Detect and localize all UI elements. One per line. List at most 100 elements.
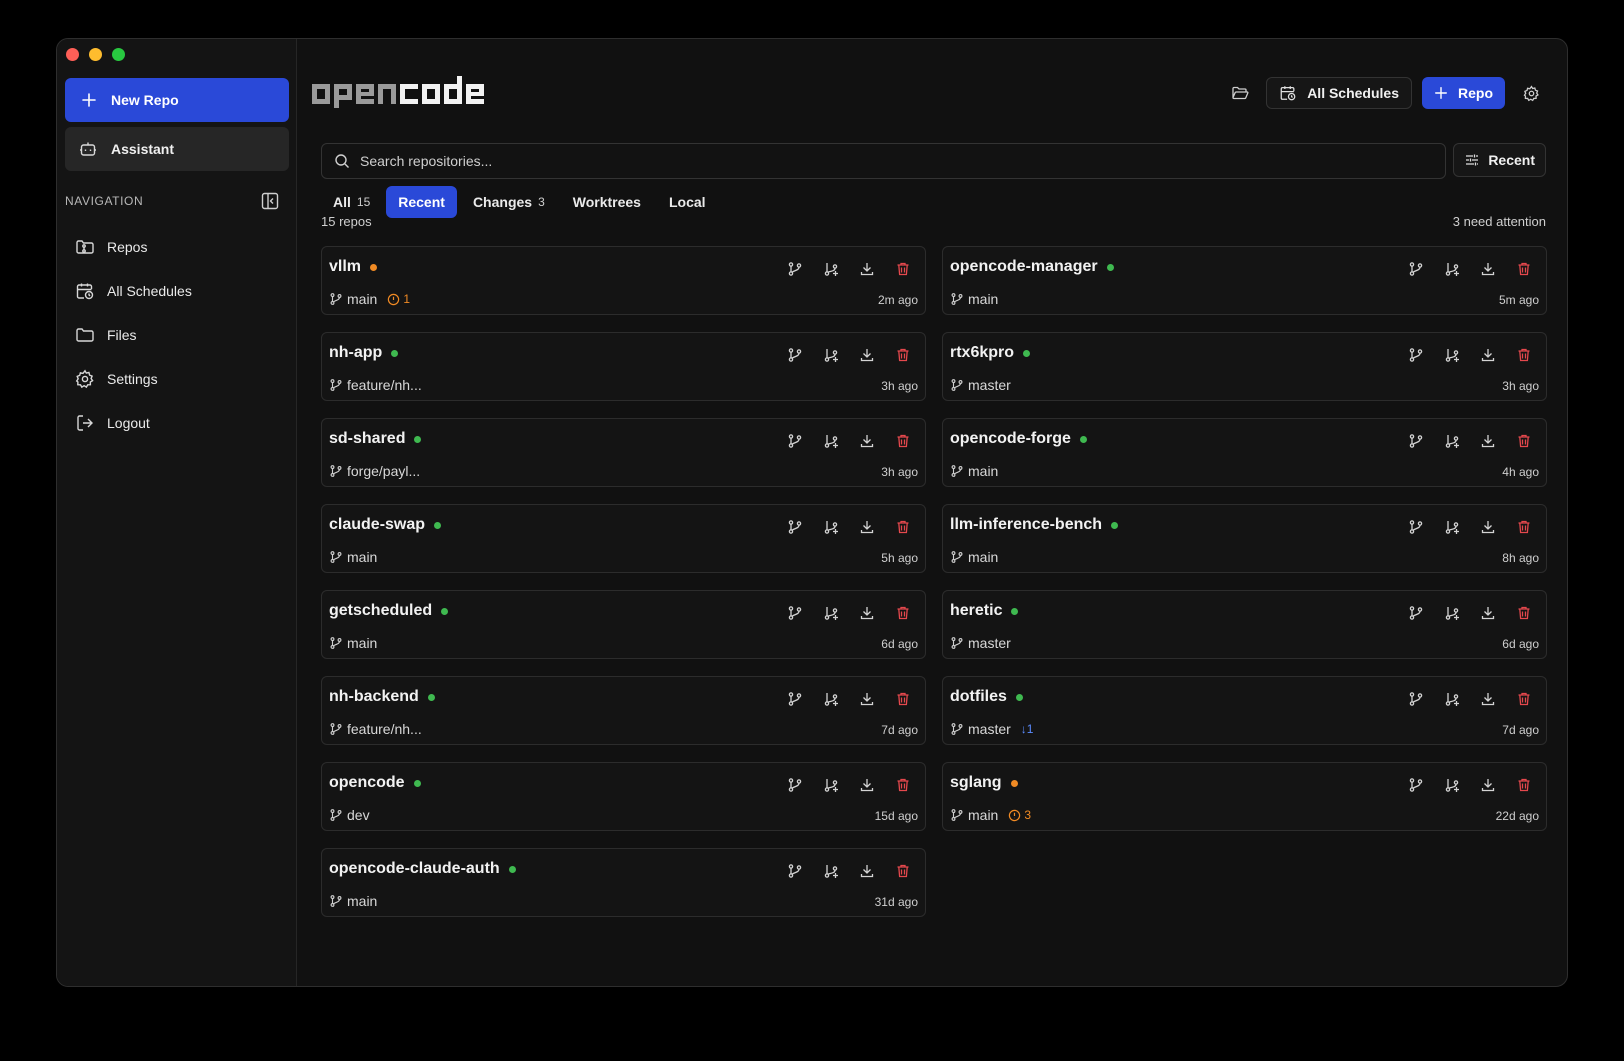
maximize-window-button[interactable] bbox=[112, 48, 125, 61]
new-worktree-button[interactable] bbox=[815, 429, 847, 453]
repo-card[interactable]: heretic master 6d ago bbox=[942, 590, 1547, 659]
minimize-window-button[interactable] bbox=[89, 48, 102, 61]
repo-card[interactable]: sglang main 3 22d ago bbox=[942, 762, 1547, 831]
new-worktree-button[interactable] bbox=[1436, 601, 1468, 625]
pull-button[interactable] bbox=[851, 687, 883, 711]
branch-button[interactable] bbox=[1400, 257, 1432, 281]
pull-button[interactable] bbox=[1472, 601, 1504, 625]
branch-button[interactable] bbox=[779, 257, 811, 281]
pull-button[interactable] bbox=[1472, 343, 1504, 367]
sidebar-item-logout[interactable]: Logout bbox=[65, 401, 289, 445]
delete-repo-button[interactable] bbox=[887, 859, 919, 883]
pull-button[interactable] bbox=[1472, 515, 1504, 539]
sidebar-item-repos[interactable]: Repos bbox=[65, 225, 289, 269]
delete-repo-button[interactable] bbox=[887, 687, 919, 711]
settings-button[interactable] bbox=[1515, 77, 1547, 109]
new-worktree-button[interactable] bbox=[815, 687, 847, 711]
pull-button[interactable] bbox=[1472, 429, 1504, 453]
git-branch-icon bbox=[330, 551, 342, 563]
sidebar-item-settings[interactable]: Settings bbox=[65, 357, 289, 401]
new-repo-button[interactable]: New Repo bbox=[65, 78, 289, 122]
pull-button[interactable] bbox=[1472, 773, 1504, 797]
repo-card[interactable]: sd-shared forge/payl... 3h ago bbox=[321, 418, 926, 487]
delete-repo-button[interactable] bbox=[887, 343, 919, 367]
delete-repo-button[interactable] bbox=[887, 601, 919, 625]
repo-card[interactable]: opencode-claude-auth main 31d ago bbox=[321, 848, 926, 917]
pull-button[interactable] bbox=[851, 773, 883, 797]
branch-button[interactable] bbox=[779, 601, 811, 625]
repo-card[interactable]: nh-app feature/nh... 3h ago bbox=[321, 332, 926, 401]
all-schedules-button[interactable]: All Schedules bbox=[1266, 77, 1412, 109]
delete-repo-button[interactable] bbox=[1508, 773, 1540, 797]
repo-actions bbox=[779, 343, 919, 367]
repo-card[interactable]: opencode-manager main 5m ago bbox=[942, 246, 1547, 315]
search-bar[interactable] bbox=[321, 143, 1446, 179]
new-worktree-button[interactable] bbox=[815, 515, 847, 539]
repo-card[interactable]: nh-backend feature/nh... 7d ago bbox=[321, 676, 926, 745]
new-worktree-button[interactable] bbox=[1436, 257, 1468, 281]
pull-button[interactable] bbox=[851, 257, 883, 281]
sidebar-item-files[interactable]: Files bbox=[65, 313, 289, 357]
sidebar-item-all-schedules[interactable]: All Schedules bbox=[65, 269, 289, 313]
git-branch-icon bbox=[951, 293, 963, 305]
delete-repo-button[interactable] bbox=[887, 773, 919, 797]
delete-repo-button[interactable] bbox=[1508, 257, 1540, 281]
repo-card[interactable]: rtx6kpro master 3h ago bbox=[942, 332, 1547, 401]
branch-button[interactable] bbox=[779, 429, 811, 453]
delete-repo-button[interactable] bbox=[1508, 601, 1540, 625]
git-branch-icon bbox=[951, 551, 963, 563]
delete-repo-button[interactable] bbox=[1508, 343, 1540, 367]
new-worktree-button[interactable] bbox=[815, 601, 847, 625]
branch-button[interactable] bbox=[1400, 343, 1432, 367]
open-folder-button[interactable] bbox=[1224, 77, 1256, 109]
add-repo-button[interactable]: Repo bbox=[1422, 77, 1505, 109]
pull-button[interactable] bbox=[851, 515, 883, 539]
branch-button[interactable] bbox=[1400, 687, 1432, 711]
delete-repo-button[interactable] bbox=[887, 429, 919, 453]
branch-button[interactable] bbox=[1400, 601, 1432, 625]
delete-repo-button[interactable] bbox=[1508, 687, 1540, 711]
delete-repo-button[interactable] bbox=[1508, 429, 1540, 453]
pull-button[interactable] bbox=[851, 429, 883, 453]
delete-repo-button[interactable] bbox=[887, 515, 919, 539]
new-worktree-button[interactable] bbox=[1436, 773, 1468, 797]
repo-card[interactable]: llm-inference-bench main 8h ago bbox=[942, 504, 1547, 573]
new-worktree-button[interactable] bbox=[815, 859, 847, 883]
branch-button[interactable] bbox=[779, 773, 811, 797]
branch-button[interactable] bbox=[779, 859, 811, 883]
new-worktree-button[interactable] bbox=[815, 343, 847, 367]
delete-repo-button[interactable] bbox=[887, 257, 919, 281]
new-worktree-button[interactable] bbox=[815, 257, 847, 281]
pull-button[interactable] bbox=[1472, 687, 1504, 711]
delete-repo-button[interactable] bbox=[1508, 515, 1540, 539]
branch-button[interactable] bbox=[779, 343, 811, 367]
repo-card[interactable]: claude-swap main 5h ago bbox=[321, 504, 926, 573]
pull-button[interactable] bbox=[851, 601, 883, 625]
repo-card[interactable]: vllm main 1 2m ago bbox=[321, 246, 926, 315]
repo-card[interactable]: opencode dev 15d ago bbox=[321, 762, 926, 831]
search-input[interactable] bbox=[360, 153, 1445, 169]
git-branch-icon bbox=[951, 809, 963, 821]
close-window-button[interactable] bbox=[66, 48, 79, 61]
branch-button[interactable] bbox=[1400, 773, 1432, 797]
new-worktree-button[interactable] bbox=[1436, 515, 1468, 539]
new-worktree-button[interactable] bbox=[815, 773, 847, 797]
new-worktree-button[interactable] bbox=[1436, 429, 1468, 453]
repo-card[interactable]: opencode-forge main 4h ago bbox=[942, 418, 1547, 487]
new-worktree-button[interactable] bbox=[1436, 687, 1468, 711]
download-icon bbox=[1481, 779, 1495, 792]
branch-button[interactable] bbox=[779, 687, 811, 711]
pull-button[interactable] bbox=[1472, 257, 1504, 281]
repo-card[interactable]: getscheduled main 6d ago bbox=[321, 590, 926, 659]
sort-button[interactable]: Recent bbox=[1453, 143, 1546, 177]
pull-button[interactable] bbox=[851, 343, 883, 367]
collapse-sidebar-icon[interactable] bbox=[261, 192, 279, 210]
branch-button[interactable] bbox=[1400, 515, 1432, 539]
new-worktree-button[interactable] bbox=[1436, 343, 1468, 367]
download-icon bbox=[1481, 435, 1495, 448]
repo-card[interactable]: dotfiles master ↓1 7d ago bbox=[942, 676, 1547, 745]
assistant-button[interactable]: Assistant bbox=[65, 127, 289, 171]
pull-button[interactable] bbox=[851, 859, 883, 883]
branch-button[interactable] bbox=[1400, 429, 1432, 453]
branch-button[interactable] bbox=[779, 515, 811, 539]
